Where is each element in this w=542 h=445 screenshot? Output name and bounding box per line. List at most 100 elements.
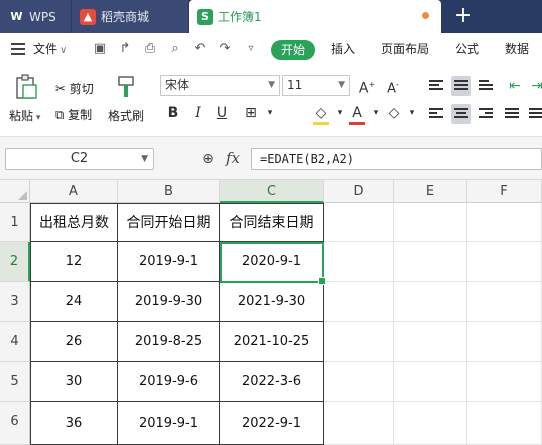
align-right-icon[interactable]: [476, 104, 496, 124]
cell-a4[interactable]: 26: [30, 322, 118, 362]
row-header-3[interactable]: 3: [0, 282, 30, 322]
cell-a5[interactable]: 30: [30, 362, 118, 402]
paste-button[interactable]: 粘贴 ▾: [9, 107, 40, 124]
cell-e2[interactable]: [394, 242, 467, 282]
file-menu[interactable]: 文件 ∨: [33, 33, 67, 66]
indent-decrease-icon[interactable]: ⇤: [505, 76, 525, 96]
cell-e5[interactable]: [394, 362, 467, 402]
cell-c4[interactable]: 2021-10-25: [220, 322, 324, 362]
cell-d1[interactable]: [324, 203, 394, 242]
cell-c2[interactable]: 2020-9-1: [220, 242, 324, 282]
format-painter-icon[interactable]: [117, 75, 135, 99]
cell-c6[interactable]: 2022-9-1: [220, 402, 324, 445]
align-center-icon[interactable]: [451, 104, 471, 124]
italic-icon[interactable]: I: [188, 103, 208, 123]
cell-e3[interactable]: [394, 282, 467, 322]
format-painter-button[interactable]: 格式刷: [108, 107, 144, 124]
eraser-icon[interactable]: ◇: [384, 103, 404, 123]
cell-e6[interactable]: [394, 402, 467, 445]
underline-icon[interactable]: U: [212, 103, 232, 123]
more-dropdown-icon[interactable]: ▿: [243, 41, 259, 57]
export-icon[interactable]: ↱: [117, 41, 133, 57]
row-header-5[interactable]: 5: [0, 362, 30, 402]
cell-b5[interactable]: 2019-9-6: [118, 362, 220, 402]
tab-data[interactable]: 数据: [505, 33, 529, 66]
border-icon[interactable]: ⊞: [241, 103, 261, 123]
cell-f3[interactable]: [467, 282, 542, 322]
border-dropdown-icon[interactable]: ▾: [260, 103, 280, 123]
font-name-select[interactable]: 宋体 ▼: [160, 75, 280, 96]
cell-f2[interactable]: [467, 242, 542, 282]
cell-c1[interactable]: 合同结束日期: [220, 203, 324, 242]
row-header-4[interactable]: 4: [0, 322, 30, 362]
cell-f1[interactable]: [467, 203, 542, 242]
cell-a6[interactable]: 36: [30, 402, 118, 445]
save-icon[interactable]: ▣: [92, 41, 108, 57]
cell-f5[interactable]: [467, 362, 542, 402]
indent-increase-icon[interactable]: ⇥: [527, 76, 542, 96]
cell-e4[interactable]: [394, 322, 467, 362]
column-header-f[interactable]: F: [467, 180, 542, 203]
cell-d3[interactable]: [324, 282, 394, 322]
tab-start[interactable]: 开始: [271, 40, 315, 60]
cell-f4[interactable]: [467, 322, 542, 362]
row-header-1[interactable]: 1: [0, 203, 30, 242]
cell-a2[interactable]: 12: [30, 242, 118, 282]
cell-b1[interactable]: 合同开始日期: [118, 203, 220, 242]
cell-c5[interactable]: 2022-3-6: [220, 362, 324, 402]
new-tab-button[interactable]: +: [452, 2, 474, 30]
print-icon[interactable]: ⎙: [142, 41, 158, 57]
justify-icon[interactable]: [502, 104, 522, 124]
tab-docer-store[interactable]: ▲ 稻壳商城: [72, 0, 188, 33]
cell-b2[interactable]: 2019-9-1: [118, 242, 220, 282]
column-header-a[interactable]: A: [30, 180, 118, 203]
align-left-icon[interactable]: [426, 104, 446, 124]
formula-input[interactable]: =EDATE(B2,A2): [251, 148, 542, 170]
cell-d2[interactable]: [324, 242, 394, 282]
column-header-d[interactable]: D: [324, 180, 394, 203]
tab-workbook[interactable]: S 工作簿1: [189, 0, 441, 33]
copy-button[interactable]: ⧉ 复制: [55, 106, 92, 123]
cut-button[interactable]: ✂ 剪切: [55, 80, 94, 97]
cell-e1[interactable]: [394, 203, 467, 242]
select-all-button[interactable]: [0, 180, 30, 203]
cell-d6[interactable]: [324, 402, 394, 445]
cell-b3[interactable]: 2019-9-30: [118, 282, 220, 322]
redo-icon[interactable]: ↷: [217, 41, 233, 57]
decrease-font-icon[interactable]: A-: [383, 75, 403, 96]
tab-formula[interactable]: 公式: [455, 33, 479, 66]
cell-d4[interactable]: [324, 322, 394, 362]
bold-icon[interactable]: B: [163, 103, 183, 123]
cell-a1[interactable]: 出租总月数: [30, 203, 118, 242]
undo-icon[interactable]: ↶: [192, 41, 208, 57]
clear-dropdown-icon[interactable]: ▾: [402, 103, 422, 123]
fx-icon[interactable]: fx: [226, 149, 240, 167]
cell-c3[interactable]: 2021-9-30: [220, 282, 324, 322]
tab-page-layout[interactable]: 页面布局: [381, 33, 429, 66]
column-header-e[interactable]: E: [394, 180, 467, 203]
print-preview-icon[interactable]: ⌕: [167, 41, 183, 57]
row-header-6[interactable]: 6: [0, 402, 30, 445]
increase-font-icon[interactable]: A+: [357, 75, 377, 97]
cell-f6[interactable]: [467, 402, 542, 445]
paste-icon[interactable]: [14, 74, 38, 100]
row-header-2[interactable]: 2: [0, 242, 30, 282]
tab-wps[interactable]: W WPS: [0, 0, 71, 33]
align-top-icon[interactable]: [426, 76, 446, 96]
name-box[interactable]: C2 ▼: [5, 148, 154, 170]
font-size-select[interactable]: 11 ▼: [282, 75, 350, 96]
cell-b4[interactable]: 2019-8-25: [118, 322, 220, 362]
hamburger-icon[interactable]: [11, 43, 25, 55]
tab-insert[interactable]: 插入: [331, 33, 355, 66]
align-bottom-icon[interactable]: [476, 76, 496, 96]
font-color-dropdown-icon[interactable]: ▾: [366, 103, 386, 123]
column-header-c[interactable]: C: [220, 180, 324, 203]
cell-d5[interactable]: [324, 362, 394, 402]
fill-color-icon[interactable]: ◇: [311, 103, 331, 123]
align-middle-icon[interactable]: [451, 76, 471, 96]
column-header-b[interactable]: B: [118, 180, 220, 203]
cell-a3[interactable]: 24: [30, 282, 118, 322]
distribute-icon[interactable]: [526, 104, 542, 124]
cell-b6[interactable]: 2019-9-1: [118, 402, 220, 445]
font-color-icon[interactable]: A: [347, 103, 367, 123]
